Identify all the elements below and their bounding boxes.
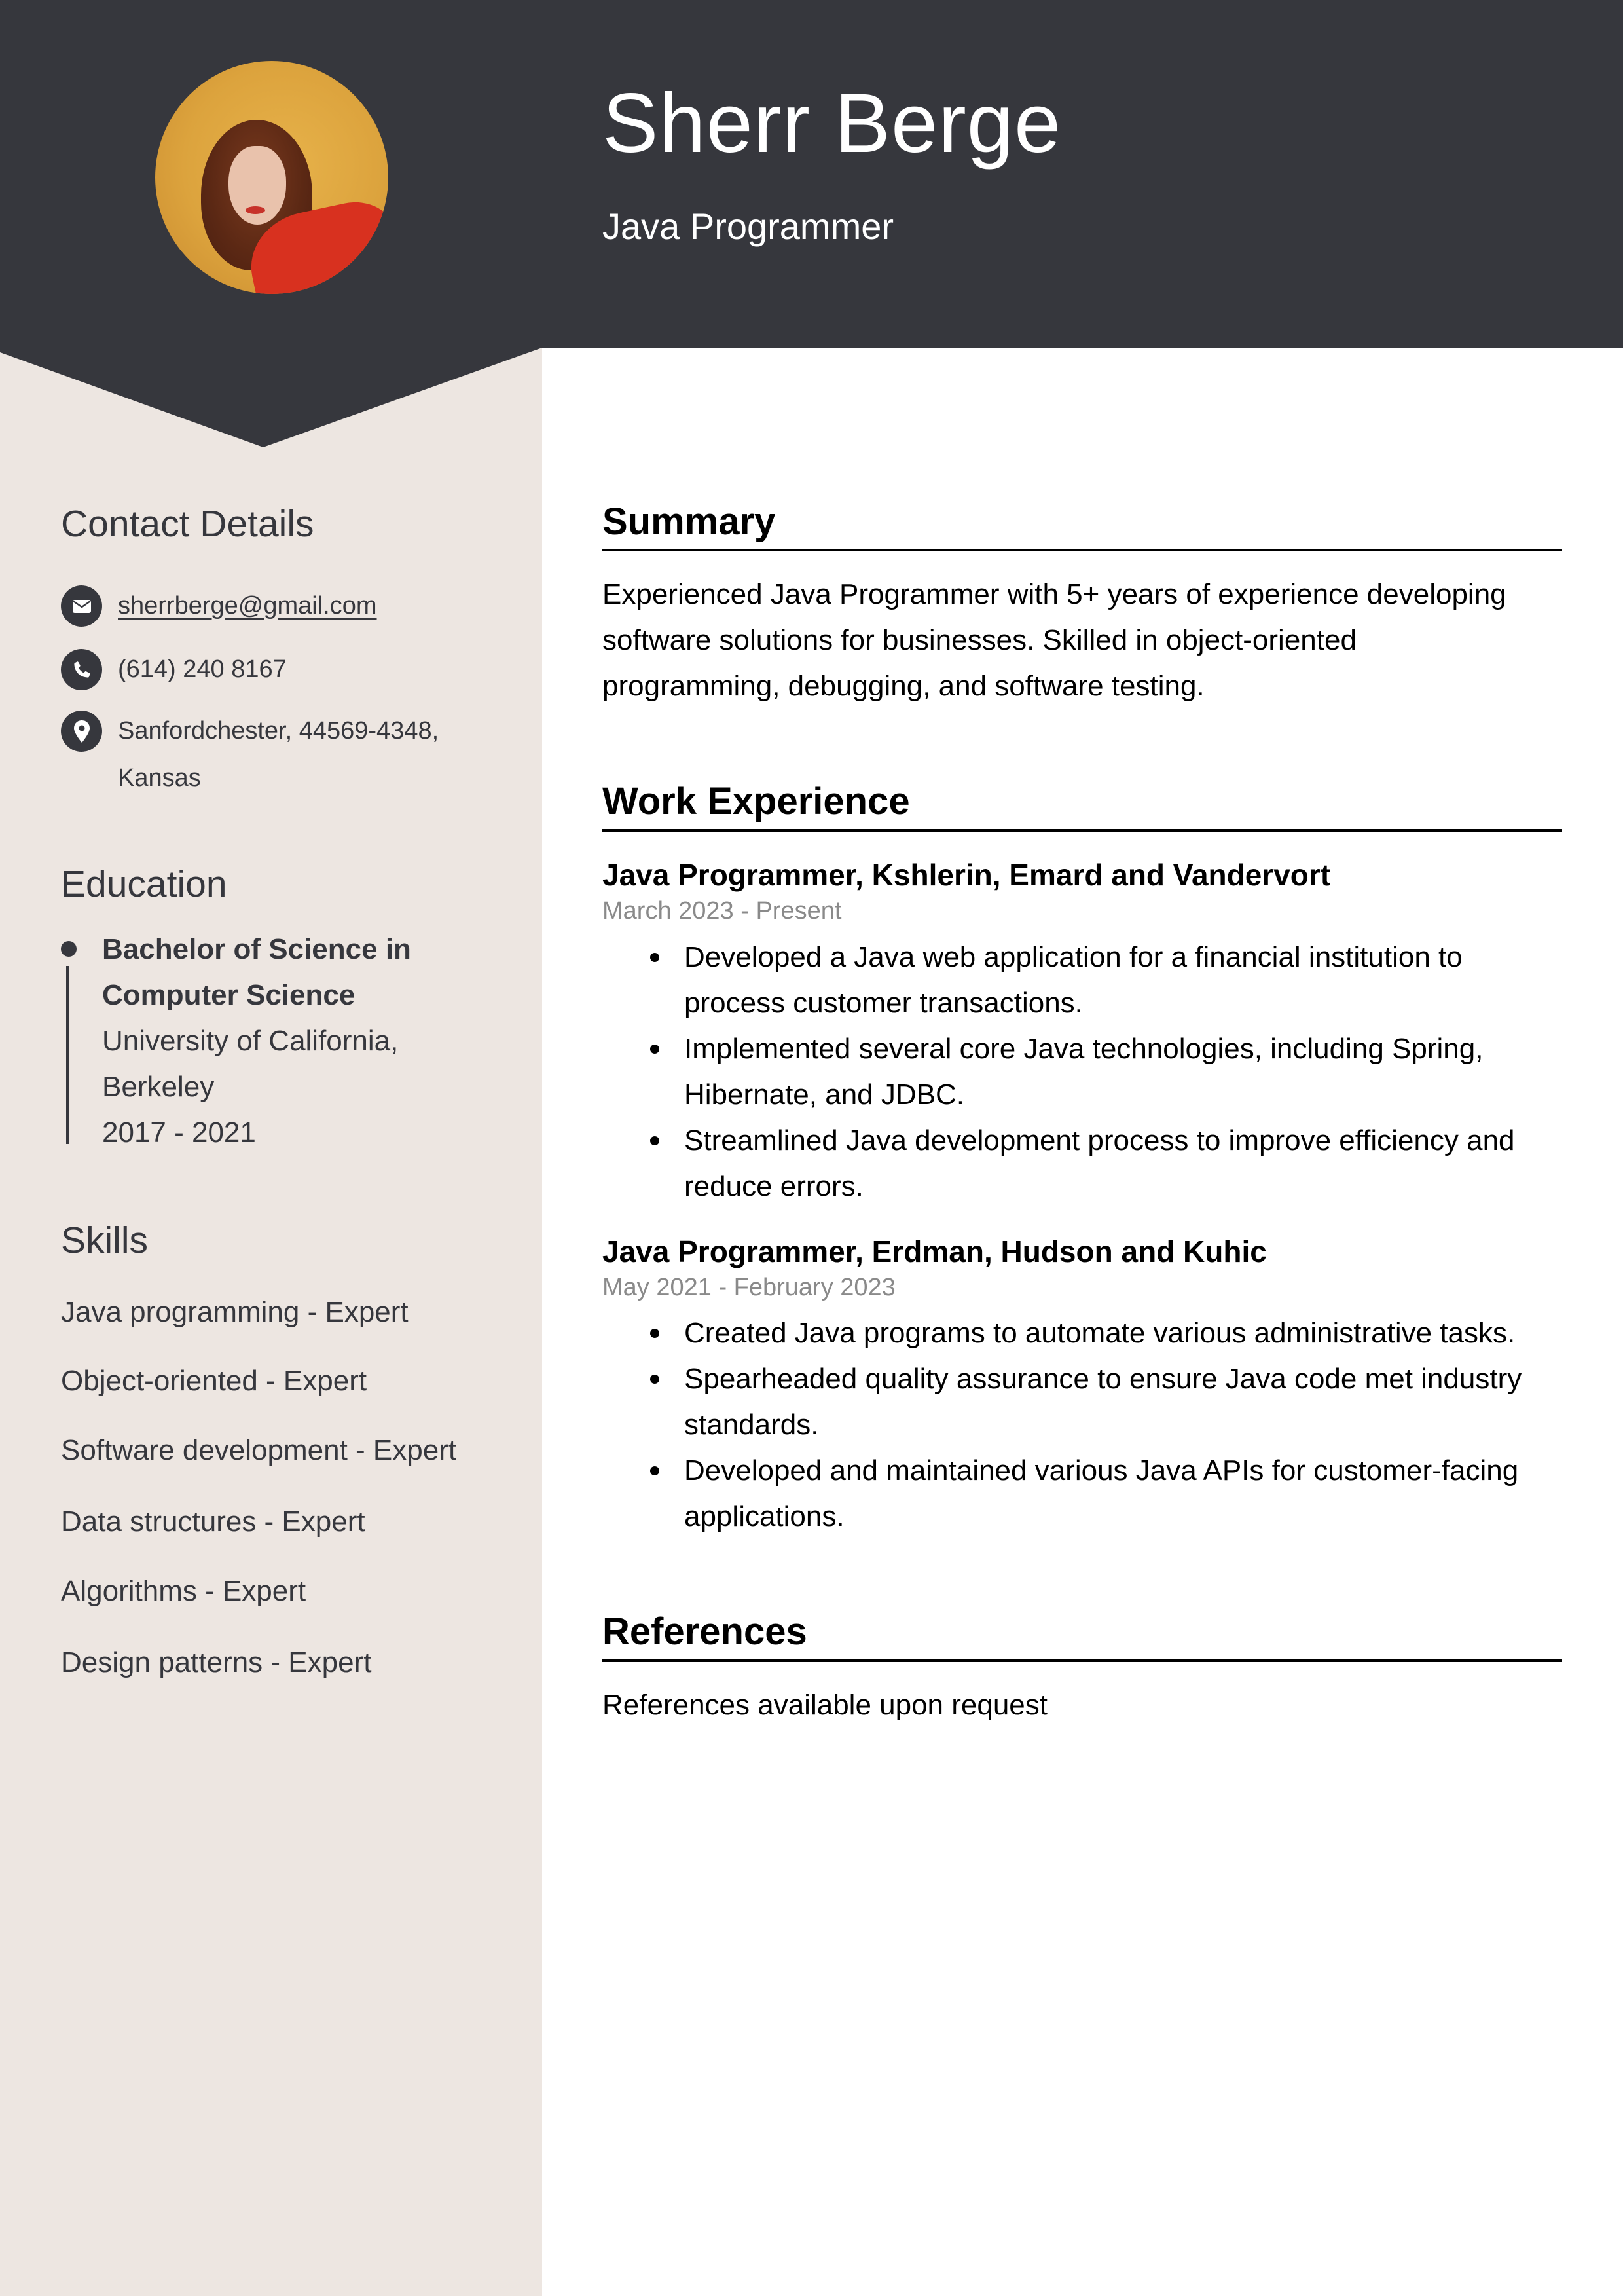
- job-bullet: Streamlined Java development process to …: [650, 1118, 1588, 1210]
- references-text: References available upon request: [602, 1689, 1048, 1721]
- bullet-line: Developed a Java web application for a f…: [684, 941, 1463, 973]
- degree-line-1: Bachelor of Science in: [102, 933, 411, 965]
- job-bullets: Developed a Java web application for a f…: [650, 935, 1588, 1210]
- timeline-line: [66, 966, 69, 1144]
- job-dates: May 2021 - February 2023: [602, 1274, 896, 1301]
- candidate-name: Sherr Berge: [602, 77, 1062, 170]
- skill-item: Software development - Expert: [61, 1434, 457, 1466]
- bullet-line: Developed and maintained various Java AP…: [684, 1454, 1519, 1487]
- job-title-company: Java Programmer, Erdman, Hudson and Kuhi…: [602, 1234, 1267, 1268]
- header-chevron: [0, 347, 542, 447]
- job-bullet: Spearheaded quality assurance to ensure …: [650, 1356, 1588, 1448]
- contact-phone: (614) 240 8167: [61, 649, 287, 693]
- candidate-job-title: Java Programmer: [602, 206, 894, 247]
- phone-icon: [61, 649, 102, 690]
- contact-details-heading: Contact Details: [61, 503, 314, 545]
- address-line-1: Sanfordchester, 44569-4348,: [118, 717, 439, 745]
- bullet-line: process customer transactions.: [684, 987, 1083, 1019]
- job-bullet: Developed and maintained various Java AP…: [650, 1448, 1588, 1540]
- job-bullets: Created Java programs to automate variou…: [650, 1310, 1588, 1540]
- summary-line: Experienced Java Programmer with 5+ year…: [602, 578, 1506, 610]
- bullet-line: Hibernate, and JDBC.: [684, 1079, 964, 1111]
- school-line-2: Berkeley: [102, 1071, 215, 1103]
- envelope-icon: [61, 585, 102, 627]
- profile-photo: [155, 61, 388, 294]
- degree-line-2: Computer Science: [102, 979, 356, 1011]
- contact-email: sherrberge@gmail.com: [61, 585, 377, 629]
- job-dates: March 2023 - Present: [602, 897, 842, 925]
- bullet-line: Created Java programs to automate variou…: [684, 1317, 1516, 1349]
- location-pin-icon: [61, 711, 102, 752]
- bullet-line: Streamlined Java development process to …: [684, 1124, 1515, 1157]
- references-heading: References: [602, 1610, 807, 1653]
- skill-item: Algorithms - Expert: [61, 1575, 306, 1607]
- bullet-line: Spearheaded quality assurance to ensure …: [684, 1363, 1522, 1395]
- job-bullet: Developed a Java web application for a f…: [650, 935, 1588, 1026]
- job-bullet: Implemented several core Java technologi…: [650, 1026, 1588, 1118]
- skills-heading: Skills: [61, 1219, 149, 1261]
- job-title-company: Java Programmer, Kshlerin, Emard and Van…: [602, 858, 1331, 892]
- references-divider: [602, 1659, 1562, 1662]
- summary-line: software solutions for businesses. Skill…: [602, 624, 1357, 656]
- photo-lips: [246, 206, 265, 214]
- address-text: Sanfordchester, 44569-4348, Kansas: [118, 707, 439, 802]
- work-experience-divider: [602, 829, 1562, 832]
- summary-divider: [602, 549, 1562, 551]
- address-line-2: Kansas: [118, 764, 201, 792]
- summary-line: programming, debugging, and software tes…: [602, 670, 1205, 702]
- skill-item: Java programming - Expert: [61, 1296, 409, 1328]
- phone-number: (614) 240 8167: [118, 656, 287, 683]
- bullet-line: standards.: [684, 1409, 819, 1441]
- bullet-line: reduce errors.: [684, 1170, 864, 1202]
- email-link[interactable]: sherrberge@gmail.com: [118, 582, 377, 629]
- work-experience-heading: Work Experience: [602, 780, 910, 823]
- timeline-dot: [61, 941, 77, 957]
- summary-text: Experienced Java Programmer with 5+ year…: [602, 572, 1571, 709]
- bullet-line: Implemented several core Java technologi…: [684, 1033, 1484, 1065]
- skill-item: Design patterns - Expert: [61, 1646, 372, 1678]
- skill-item: Object-oriented - Expert: [61, 1365, 367, 1397]
- skill-item: Data structures - Expert: [61, 1506, 365, 1538]
- education-heading: Education: [61, 863, 227, 905]
- education-years: 2017 - 2021: [102, 1117, 256, 1149]
- school-line-1: University of California,: [102, 1025, 399, 1057]
- contact-address: Sanfordchester, 44569-4348, Kansas: [61, 711, 439, 802]
- job-bullet: Created Java programs to automate variou…: [650, 1310, 1588, 1356]
- bullet-line: applications.: [684, 1500, 845, 1532]
- summary-heading: Summary: [602, 500, 776, 543]
